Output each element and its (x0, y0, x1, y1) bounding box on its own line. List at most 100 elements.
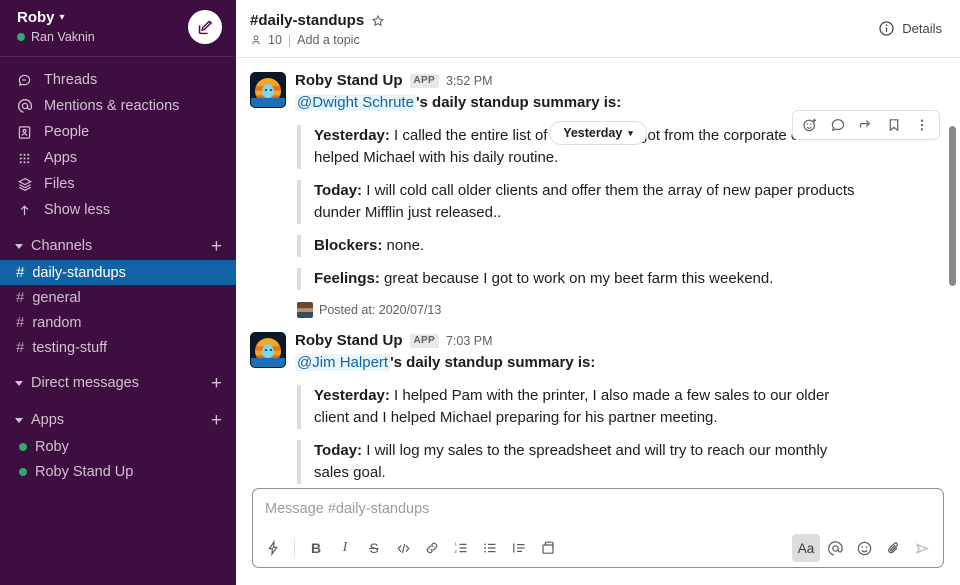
code-icon[interactable] (389, 534, 417, 562)
quote-label: Yesterday: (314, 126, 390, 144)
link-icon[interactable] (418, 534, 446, 562)
sidebar-item-threads[interactable]: Threads (0, 67, 236, 93)
message-author[interactable]: Roby Stand Up (295, 72, 403, 90)
sidebar-channel-random[interactable]: # random (0, 310, 236, 335)
message-timestamp[interactable]: 7:03 PM (446, 334, 493, 349)
more-actions-icon[interactable] (909, 112, 935, 138)
workspace-switcher[interactable]: Roby ▾ Ran Vaknin (17, 9, 95, 44)
new-message-button[interactable] (188, 10, 222, 44)
divider: | (287, 33, 292, 47)
message-quote: Today: I will log my sales to the spread… (297, 440, 857, 485)
channels-section-header[interactable]: Channels + (0, 232, 236, 260)
reply-in-thread-icon[interactable] (825, 112, 851, 138)
add-dm-button[interactable]: + (211, 374, 222, 393)
sidebar-app-roby-stand-up[interactable]: Roby Stand Up (0, 459, 236, 484)
app-name: Roby (35, 438, 69, 455)
avatar[interactable] (250, 332, 286, 369)
message-hover-actions (792, 110, 940, 140)
message-input[interactable]: Message #daily-standups (253, 489, 943, 529)
direct-messages-section-header[interactable]: Direct messages + (0, 369, 236, 397)
composer-placeholder: Message #daily-standups (265, 501, 430, 517)
share-message-icon[interactable] (853, 112, 879, 138)
quote-text: I will log my sales to the spreadsheet a… (314, 442, 828, 482)
sidebar-channel-testing-stuff[interactable]: # testing-stuff (0, 335, 236, 360)
hash-icon: # (16, 289, 25, 306)
poster-thumbnail-avatar (297, 302, 313, 319)
main-panel: #daily-standups 10 | Add a topic Details… (236, 0, 960, 585)
page-title: #daily-standups (250, 12, 365, 29)
posted-at-label: Posted at: 2020/07/13 (319, 303, 442, 318)
shortcuts-lightning-icon[interactable] (259, 534, 287, 562)
add-channel-button[interactable]: + (211, 237, 222, 256)
user-mention[interactable]: @Dwight Schrute (295, 94, 416, 111)
slack-window: Roby ▾ Ran Vaknin Threads Mentions & rea… (0, 0, 960, 585)
sidebar-app-roby[interactable]: Roby (0, 434, 236, 459)
details-button[interactable]: Details (878, 20, 942, 37)
posted-at-row: Posted at: 2020/07/13 (297, 302, 940, 319)
channel-title-row[interactable]: #daily-standups (250, 12, 385, 29)
message-author[interactable]: Roby Stand Up (295, 332, 403, 350)
mention-at-icon[interactable] (821, 534, 849, 562)
at-sign-icon (16, 98, 33, 115)
add-topic-button[interactable]: Add a topic (297, 33, 360, 47)
send-icon[interactable] (908, 534, 936, 562)
add-app-button[interactable]: + (211, 411, 222, 430)
star-outline-icon[interactable] (371, 14, 385, 28)
app-badge: APP (409, 74, 439, 88)
composer-toolbar: B I S 1 2 Aa (253, 529, 943, 567)
avatar[interactable] (250, 72, 286, 108)
sidebar-item-show-less[interactable]: Show less (0, 197, 236, 223)
channel-name: general (32, 289, 81, 306)
save-bookmark-icon[interactable] (881, 112, 907, 138)
apps-section-header[interactable]: Apps + (0, 406, 236, 434)
add-reaction-icon[interactable] (797, 112, 823, 138)
sidebar-item-people[interactable]: People (0, 119, 236, 145)
strikethrough-icon[interactable]: S (360, 534, 388, 562)
message-quote: Today: I will cold call older clients an… (297, 179, 857, 225)
quote-text: I helped Pam with the printer, I also ma… (314, 387, 830, 427)
svg-text:1: 1 (454, 542, 457, 547)
chevron-down-icon: ▾ (628, 127, 633, 138)
chevron-down-icon: ▾ (59, 12, 65, 24)
date-divider-label: Yesterday (563, 126, 623, 140)
sidebar-item-label: Apps (44, 150, 78, 166)
channel-name: random (32, 314, 82, 331)
presence-online-icon (17, 33, 25, 42)
attachment-icon[interactable] (879, 534, 907, 562)
bold-icon[interactable]: B (302, 534, 330, 562)
sidebar-item-files[interactable]: Files (0, 171, 236, 197)
message-timestamp[interactable]: 3:52 PM (446, 74, 493, 89)
current-user[interactable]: Ran Vaknin (17, 30, 95, 45)
threads-icon (16, 72, 33, 89)
user-mention[interactable]: @Jim Halpert (295, 354, 391, 372)
svg-text:2: 2 (454, 549, 457, 554)
code-block-icon[interactable] (534, 534, 562, 562)
composer-container: Message #daily-standups B I S 1 2 Aa (236, 488, 960, 585)
compose-pencil-icon (198, 20, 213, 34)
quote-label: Today: (314, 181, 363, 199)
sidebar-channel-daily-standups[interactable]: # daily-standups (0, 260, 236, 285)
sidebar-item-label: People (44, 124, 90, 140)
sidebar-item-apps[interactable]: Apps (0, 145, 236, 171)
bulleted-list-icon[interactable] (476, 534, 504, 562)
water-graphic (251, 98, 285, 107)
emoji-icon[interactable] (850, 534, 878, 562)
blockquote-icon[interactable] (505, 534, 533, 562)
presence-online-icon (19, 442, 27, 451)
date-divider-yesterday[interactable]: Yesterday ▾ (549, 121, 647, 145)
member-count[interactable]: 10 (268, 33, 282, 47)
ordered-list-icon[interactable]: 1 2 (447, 534, 475, 562)
droplet-character-icon (262, 84, 274, 98)
sidebar-item-label: Mentions & reactions (44, 98, 180, 114)
message-intro: @Jim Halpert's daily standup summary is: (295, 352, 940, 374)
strikethrough-label: S (369, 540, 379, 556)
sidebar-item-mentions[interactable]: Mentions & reactions (0, 93, 236, 119)
formatting-aa-button[interactable]: Aa (792, 534, 820, 562)
sidebar-channel-general[interactable]: # general (0, 285, 236, 310)
bold-label: B (310, 540, 322, 556)
italic-icon[interactable]: I (331, 534, 359, 562)
message-scrollbar[interactable] (949, 126, 956, 286)
